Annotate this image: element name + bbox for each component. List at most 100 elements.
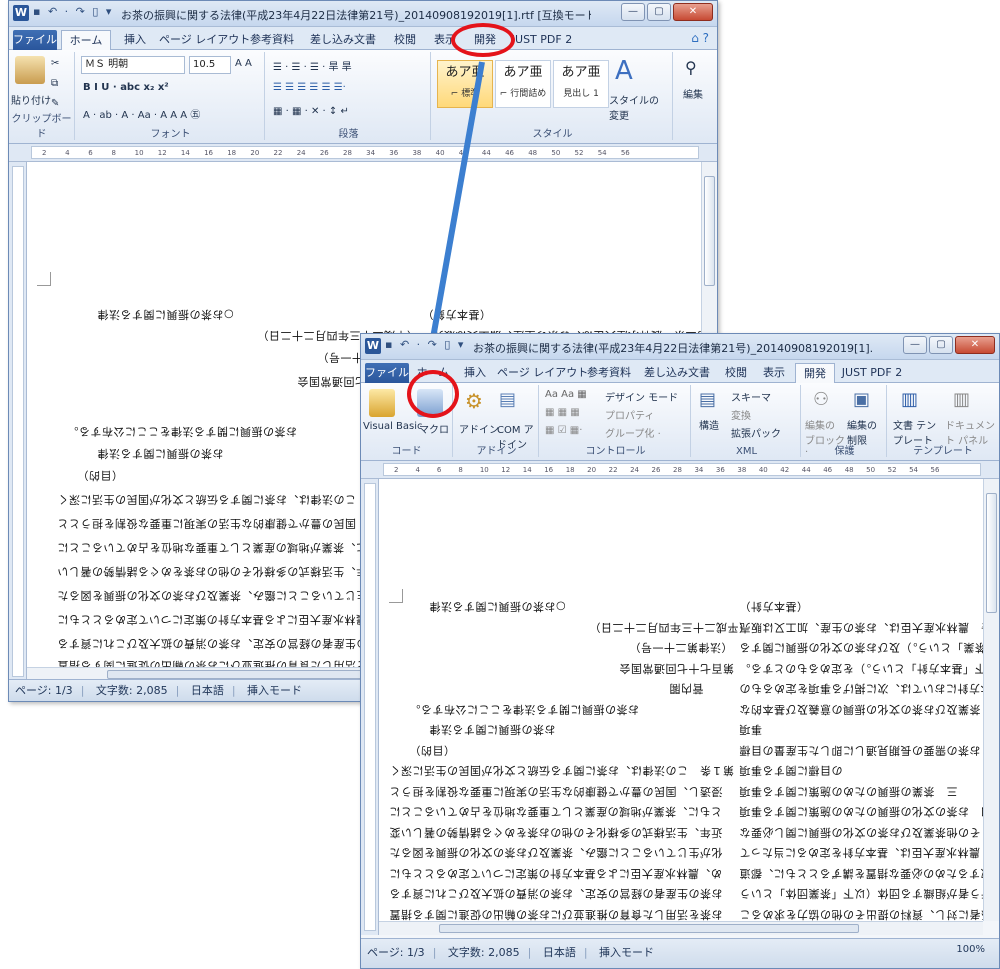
macro-button[interactable]: マクロ xyxy=(419,421,449,436)
doc-line: 事項 xyxy=(739,723,762,736)
group-label: テンプレート xyxy=(913,446,973,457)
properties-button[interactable]: プロパティ xyxy=(605,407,654,422)
horizontal-ruler[interactable]: 2468101214161820222426283436384042444648… xyxy=(361,461,999,479)
ruler-tick: 48 xyxy=(844,466,854,474)
ruler-tick: 26 xyxy=(651,466,661,474)
ruler-tick: 38 xyxy=(737,466,747,474)
document-panel-icon[interactable]: ▥ xyxy=(953,389,970,410)
group-xml: ▤ 構造 スキーマ 変換 拡張パック XML xyxy=(693,385,801,457)
zoom-level[interactable]: 100% xyxy=(956,936,985,964)
doc-line: （目的） xyxy=(409,743,455,757)
schema-button[interactable]: スキーマ xyxy=(731,389,771,404)
doc-line: ２ 基本方針においては、次に掲げる事項を定めるもの xyxy=(739,682,983,695)
doc-line: 第二条 農林水産大臣は、お茶の生産、加工又は販売 xyxy=(739,620,983,634)
ruler-tick: 40 xyxy=(758,466,768,474)
vertical-scrollbar[interactable] xyxy=(983,479,999,921)
arrow-line xyxy=(407,61,485,396)
doc-line: お茶の振興に関する法律をここに公布する。 xyxy=(409,702,639,716)
ruler-tick: 8 xyxy=(458,466,463,474)
insert-mode[interactable]: 挿入モード xyxy=(599,946,654,959)
group-templates: ▥ 文書 テンプレート ▥ ドキュメント パネル テンプレート xyxy=(889,385,997,457)
ruler-tick: 24 xyxy=(630,466,639,474)
ruler-scale: 2468101214161820222426283436384042444648… xyxy=(383,463,981,476)
tab-file[interactable]: ファイル xyxy=(365,363,409,383)
block-authors-icon[interactable]: ⚇ xyxy=(813,389,829,410)
tab-page-layout[interactable]: ページ レイアウト xyxy=(497,363,588,383)
doc-line: （平成二十三年四月二十二日） xyxy=(589,620,750,634)
tab-insert[interactable]: 挿入 xyxy=(457,363,493,383)
doc-line: お茶を活用した食育の推進並びにお茶の輸出の促進に関する措置 xyxy=(389,907,723,921)
ruler-tick: 46 xyxy=(823,466,833,474)
tab-references[interactable]: 参考資料 xyxy=(583,363,635,383)
ruler-tick: 54 xyxy=(909,466,918,474)
word-count[interactable]: 文字数: 2,085 xyxy=(448,946,520,959)
restrict-editing-icon[interactable]: ▣ xyxy=(853,389,870,410)
tab-mailings[interactable]: 差し込み文書 xyxy=(639,363,715,383)
ruler-tick: 12 xyxy=(501,466,511,474)
scroll-thumb[interactable] xyxy=(439,924,859,933)
control-icons-row-2[interactable]: ▦ ▦ ▦ xyxy=(545,407,580,418)
doc-line: 第百七十七回通常国会 xyxy=(619,661,734,675)
ruler-tick: 2 xyxy=(394,466,399,474)
tab-view[interactable]: 表示 xyxy=(757,363,791,383)
tab-review[interactable]: 校閲 xyxy=(719,363,753,383)
doc-line: 関係者に対し、資料の提出その他の協力を求めるこ xyxy=(739,907,983,921)
ruler-tick: 28 xyxy=(673,466,682,474)
doc-line: を行う者が組織する団体（以下「茶業団体」という xyxy=(739,887,983,900)
addin-button[interactable]: アドイン xyxy=(459,421,499,436)
doc-line: お茶の生産者の経営の安定、お茶の消費の拡大及びこれに資する xyxy=(389,887,723,900)
visual-basic-icon[interactable] xyxy=(369,389,395,417)
tab-developer[interactable]: 開発 xyxy=(795,363,835,383)
ruler-tick: 16 xyxy=(544,466,554,474)
status-bar: ページ: 1/3 | 文字数: 2,085 | 日本語 | 挿入モード 100% xyxy=(361,938,999,968)
group-label: アドイン xyxy=(476,446,517,457)
ruler-tick: 22 xyxy=(608,466,618,474)
horizontal-scrollbar[interactable] xyxy=(379,921,983,935)
close-button[interactable]: ✕ xyxy=(955,336,995,354)
doc-line: （基本方針） xyxy=(739,600,808,613)
doc-line: 四 お茶の文化の振興のための施策に関する事項 xyxy=(739,805,983,818)
doc-line: 「茶業」という。）及びお茶の文化の振興に関する xyxy=(739,641,983,654)
ruler-tick: 20 xyxy=(587,466,597,474)
vertical-ruler[interactable] xyxy=(361,479,379,935)
page-count[interactable]: ページ: 1/3 xyxy=(367,946,425,959)
word-window-2: W ▪ ↶ · ↷ ▯ ▾ お茶の振興に関する法律(平成23年4月22日法律第2… xyxy=(360,333,1000,969)
visual-basic-button[interactable]: Visual Basic xyxy=(363,421,423,432)
group-label: 保護 xyxy=(834,446,855,457)
ruler-tick: 34 xyxy=(694,466,704,474)
control-icons-row-3[interactable]: ▦ ☑ ▦· xyxy=(545,425,582,436)
group-label: XML xyxy=(735,446,758,457)
tab-just-pdf[interactable]: JUST PDF 2 xyxy=(839,363,905,383)
maximize-button[interactable]: ▢ xyxy=(929,336,953,354)
design-mode-button[interactable]: デザイン モード xyxy=(605,389,678,404)
doc-line: 近年、生活様式の多様化その他のお茶をめぐる諸情勢の著しい変 xyxy=(389,825,723,839)
com-addin-icon[interactable]: ▤ xyxy=(499,389,516,410)
minimize-button[interactable]: — xyxy=(903,336,927,354)
group-controls: Aa Aa ▦ ▦ ▦ ▦ ▦ ☑ ▦· デザイン モード プロパティ グループ… xyxy=(541,385,691,457)
document-template-icon[interactable]: ▥ xyxy=(901,389,918,410)
structure-button[interactable]: 構造 xyxy=(699,417,719,432)
ruler-tick: 56 xyxy=(930,466,940,474)
transform-button[interactable]: 変換 xyxy=(731,407,751,422)
ruler-tick: 6 xyxy=(436,466,442,474)
ruler-tick: 36 xyxy=(715,466,725,474)
highlight-circle-macro-button xyxy=(407,370,459,418)
document-page[interactable]: ○お茶の振興に関する法律 （平成二十三年四月二十二日） （法律第二十一号） 第百七十七… xyxy=(379,479,983,921)
language[interactable]: 日本語 xyxy=(543,946,576,959)
control-icons-row-1[interactable]: Aa Aa ▦ xyxy=(545,389,587,400)
quick-access-toolbar[interactable]: ▪ ↶ · ↷ ▯ ▾ xyxy=(385,338,465,351)
expansion-pack-button[interactable]: 拡張パック xyxy=(731,425,781,440)
doc-line: 下「基本方針」という。）を定めるものとする。 xyxy=(739,661,983,675)
addin-icon[interactable]: ⚙ xyxy=(465,389,483,413)
word-app-icon[interactable]: W xyxy=(365,338,381,354)
doc-line: ○お茶の振興に関する法律 xyxy=(429,600,566,613)
margin-corner xyxy=(389,589,403,603)
group-button[interactable]: グループ化 · xyxy=(605,425,661,440)
scroll-thumb[interactable] xyxy=(986,493,997,613)
doc-line: め、農林水産大臣による基本方針の策定について定めるとともに xyxy=(389,866,722,880)
ruler-tick: 42 xyxy=(780,466,790,474)
ruler-tick: 18 xyxy=(565,466,575,474)
title-bar[interactable]: W ▪ ↶ · ↷ ▯ ▾ お茶の振興に関する法律(平成23年4月22日法律第2… xyxy=(361,334,999,360)
structure-icon[interactable]: ▤ xyxy=(699,389,716,410)
doc-line: 五 その他茶業及びお茶の文化の振興に関し必要な xyxy=(739,825,983,839)
